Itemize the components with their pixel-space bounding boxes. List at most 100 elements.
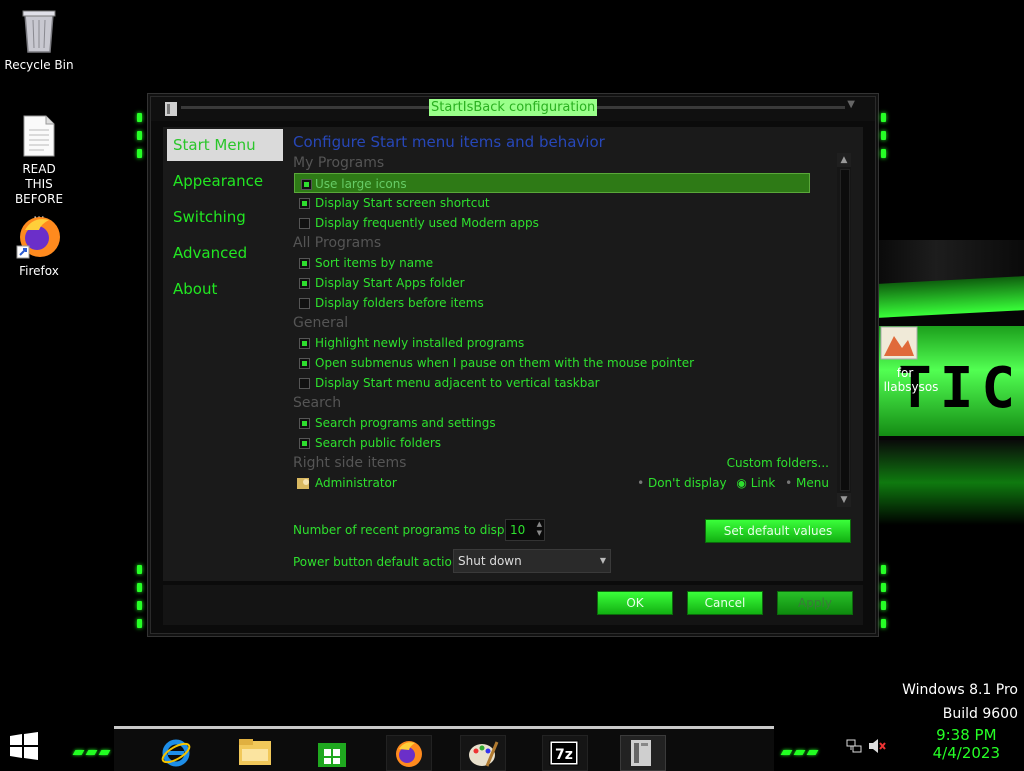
radio-link[interactable]: ◉ Link <box>736 476 775 490</box>
checkbox[interactable] <box>299 418 310 429</box>
option-label: Highlight newly installed programs <box>315 336 525 350</box>
option-label: Use large icons <box>315 177 407 191</box>
checkbox[interactable] <box>299 278 310 289</box>
checkbox[interactable] <box>299 338 310 349</box>
text-document-icon <box>23 115 55 157</box>
radio-group: • Don't display ◉ Link • Menu <box>637 473 829 493</box>
power-button-value: Shut down <box>458 554 522 568</box>
option-highlight-new-programs[interactable]: Highlight newly installed programs <box>293 333 833 353</box>
option-label: Display folders before items <box>315 296 484 310</box>
nav-item-switching[interactable]: Switching <box>167 201 283 233</box>
recent-programs-label: Number of recent programs to display: <box>293 523 526 537</box>
option-label: Search public folders <box>315 436 442 450</box>
option-label: Open submenus when I pause on them with … <box>315 356 695 370</box>
partial-icon-label-2: llabsysos <box>883 380 939 394</box>
apply-button[interactable]: Apply <box>777 591 853 615</box>
option-adjacent-to-vertical-taskbar[interactable]: Display Start menu adjacent to vertical … <box>293 373 833 393</box>
settings-nav: Start Menu Appearance Switching Advanced… <box>167 129 283 309</box>
taskbar-file-explorer[interactable] <box>232 735 276 769</box>
power-button-select[interactable]: Shut down ▼ <box>453 549 611 573</box>
app-icon <box>165 102 177 116</box>
desktop-icon-recycle-bin[interactable]: Recycle Bin <box>1 8 77 73</box>
recycle-bin-icon <box>22 10 56 53</box>
right-side-item-row: Administrator • Don't display ◉ Link • M… <box>293 473 833 493</box>
checkbox[interactable] <box>299 378 310 389</box>
led-strip-right-top <box>881 113 887 167</box>
firefox-icon <box>396 741 422 767</box>
taskbar-startisback-config[interactable] <box>620 735 666 771</box>
option-label: Sort items by name <box>315 256 434 270</box>
section-title: Right side items Custom folders... <box>293 453 833 473</box>
option-display-folders-before-items[interactable]: Display folders before items <box>293 293 833 313</box>
nav-item-appearance[interactable]: Appearance <box>167 165 283 197</box>
nav-item-advanced[interactable]: Advanced <box>167 237 283 269</box>
7zip-icon: 7z <box>549 740 579 766</box>
led-strip-left-bottom <box>137 565 143 637</box>
title-bar[interactable]: StartIsBack configuration ▼ <box>151 97 875 121</box>
checkbox[interactable] <box>299 298 310 309</box>
section-title: My Programs <box>293 155 385 171</box>
checkbox[interactable] <box>301 179 312 190</box>
file-explorer-icon <box>239 739 271 765</box>
windows-logo-icon <box>10 732 38 760</box>
taskbar-7zip[interactable]: 7z <box>542 735 588 771</box>
dialog-body: Start Menu Appearance Switching Advanced… <box>163 127 863 581</box>
options-scrollbar[interactable]: ▲ ▼ <box>837 153 851 507</box>
desktop-icon-label: Recycle Bin <box>4 58 74 72</box>
option-sort-items-by-name[interactable]: Sort items by name <box>293 253 833 273</box>
option-label: Display Start screen shortcut <box>315 196 490 210</box>
scroll-down-arrow[interactable]: ▼ <box>837 493 851 507</box>
option-open-submenus-on-pause[interactable]: Open submenus when I pause on them with … <box>293 353 833 373</box>
checkbox[interactable] <box>299 358 310 369</box>
desktop-icon-partial[interactable]: for llabsysos <box>880 326 944 394</box>
right-side-item-label: Administrator <box>315 476 397 490</box>
taskbar-firefox[interactable] <box>386 735 432 771</box>
options-list: My Programs Use large icons Display Star… <box>293 153 833 513</box>
option-use-large-icons[interactable]: Use large icons <box>294 173 810 193</box>
system-clock[interactable]: 9:38 PM 4/4/2023 <box>933 726 1000 762</box>
dialog-footer: OK Cancel Apply <box>163 585 863 625</box>
store-icon <box>318 743 346 767</box>
nav-item-about[interactable]: About <box>167 273 283 305</box>
network-icon[interactable] <box>846 738 862 758</box>
taskbar-apps: 7z <box>114 726 774 771</box>
volume-muted-icon[interactable] <box>868 738 886 758</box>
section-title: General <box>293 315 349 331</box>
checkbox[interactable] <box>299 258 310 269</box>
nav-item-start-menu[interactable]: Start Menu <box>167 129 283 161</box>
spinner-arrows-icon[interactable]: ▲ ▼ <box>537 520 542 538</box>
checkbox[interactable] <box>299 198 310 209</box>
recent-programs-spinner[interactable]: 10 ▲ ▼ <box>505 519 545 541</box>
scroll-up-arrow[interactable]: ▲ <box>837 153 851 167</box>
radio-menu[interactable]: • Menu <box>785 476 829 490</box>
desktop-icon-read-this[interactable]: READ THIS BEFORE ... <box>1 114 77 222</box>
checkbox[interactable] <box>299 438 310 449</box>
option-display-start-screen-shortcut[interactable]: Display Start screen shortcut <box>293 193 833 213</box>
dialog-title: StartIsBack configuration <box>429 99 598 116</box>
taskbar-internet-explorer[interactable] <box>154 735 198 769</box>
user-folder-icon <box>297 478 309 489</box>
clock-time: 9:38 PM <box>936 726 997 744</box>
chevron-down-icon[interactable]: ▼ <box>847 99 855 110</box>
option-display-frequent-modern-apps[interactable]: Display frequently used Modern apps <box>293 213 833 233</box>
checkbox[interactable] <box>299 218 310 229</box>
firefox-icon <box>16 217 60 259</box>
taskbar-store[interactable] <box>310 735 354 769</box>
scroll-thumb[interactable] <box>840 169 850 491</box>
section-title: All Programs <box>293 235 382 251</box>
desktop-icon-firefox[interactable]: Firefox <box>1 212 77 279</box>
option-label: Display Start menu adjacent to vertical … <box>315 376 600 390</box>
settings-content: Configure Start menu items and behavior … <box>293 127 853 581</box>
set-default-values-button[interactable]: Set default values <box>705 519 851 543</box>
image-file-icon <box>880 326 918 360</box>
custom-folders-link[interactable]: Custom folders... <box>727 453 829 473</box>
option-display-start-apps-folder[interactable]: Display Start Apps folder <box>293 273 833 293</box>
cancel-button[interactable]: Cancel <box>687 591 763 615</box>
option-search-public-folders[interactable]: Search public folders <box>293 433 833 453</box>
taskbar-paint[interactable] <box>460 735 506 771</box>
radio-label: Don't display <box>647 476 727 490</box>
start-button[interactable] <box>10 732 40 762</box>
ok-button[interactable]: OK <box>597 591 673 615</box>
option-search-programs-settings[interactable]: Search programs and settings <box>293 413 833 433</box>
radio-dont-display[interactable]: • Don't display <box>637 476 727 490</box>
